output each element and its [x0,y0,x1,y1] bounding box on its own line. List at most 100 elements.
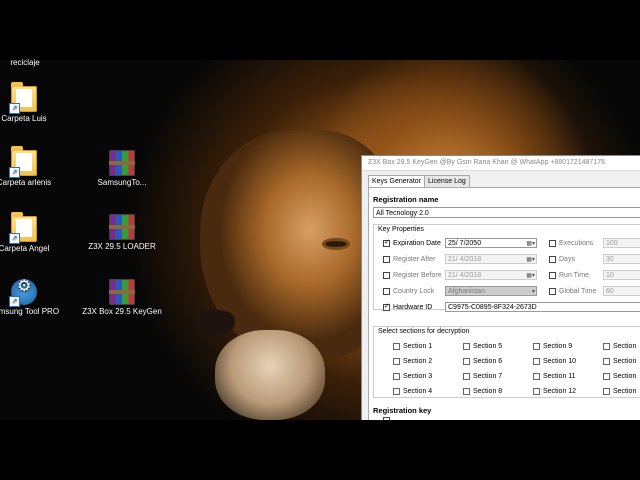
key-properties-label: Key Properties [378,226,424,233]
section-7-checkbox[interactable] [463,373,470,380]
chevron-down-icon: ▾ [531,289,535,295]
section-15-checkbox[interactable] [603,373,610,380]
section-label: Section 4 [403,388,433,395]
run-time-input[interactable]: 10 [603,270,640,280]
desktop-icon-label: Carpeta Luis [1,114,47,123]
section-2-checkbox[interactable] [393,358,400,365]
wallpaper-lion-eye [322,238,350,250]
winrar-archive-icon [109,279,135,305]
country-lock-label: Country Lock [393,288,435,295]
register-before-value: 21/ 4/2018 [448,272,482,279]
run-time-checkbox[interactable] [549,272,556,279]
section-12-checkbox[interactable] [533,388,540,395]
section-4-checkbox[interactable] [393,388,400,395]
desktop-icon-z3x-keygen[interactable]: Z3X Box 29.5 KeyGen [82,279,162,317]
section-label: Section 11 [543,373,576,380]
hardware-id-checkbox[interactable] [383,302,390,311]
calendar-dropdown-icon: ▦▾ [526,241,535,247]
desktop-icon-label: Samsung Tool PRO [0,307,60,316]
registration-key-label: Registration key [373,406,432,415]
expiration-date-picker[interactable]: 25/ 7/2050 ▦▾ [445,238,537,248]
section-label: Section [613,388,637,395]
section-label: Section 12 [543,388,577,395]
calendar-dropdown-icon: ▦▾ [526,273,535,279]
run-time-label: Run Time [559,272,589,279]
folder-icon: ↗ [9,212,37,244]
section-13-checkbox[interactable] [603,343,610,350]
section-label: Section [613,343,637,350]
executions-input[interactable]: 100 [603,238,640,248]
desktop-icon-samsungto[interactable]: SamsungTo... [82,150,162,188]
country-lock-checkbox[interactable] [383,288,390,295]
top-letterbox [0,0,640,60]
folder-icon: ↗ [9,146,37,178]
folder-icon: ↗ [9,82,37,114]
section-5-checkbox[interactable] [463,343,470,350]
register-after-label: Register After [393,256,436,263]
days-checkbox[interactable] [549,256,556,263]
desktop-icon-carpeta-luis[interactable]: ↗ Carpeta Luis [0,82,64,124]
section-label: Section 9 [543,343,573,350]
country-value: Afghanistan [448,288,485,295]
desktop-icon-label: Carpeta Angel [0,244,50,253]
register-after-picker[interactable]: 21/ 4/2018 ▦▾ [445,254,537,264]
section-10-checkbox[interactable] [533,358,540,365]
bottom-letterbox [0,420,640,480]
desktop-icon-reciclaje[interactable]: reciclaje [0,58,65,68]
executions-label: Executions [559,240,594,247]
desktop-icon-samsung-tool-pro[interactable]: ↗ Samsung Tool PRO [0,279,64,317]
winrar-archive-icon [109,150,135,176]
days-input[interactable]: 30 [603,254,640,264]
hardware-id-input[interactable]: C9975-C0895-8F324-2673D [445,302,640,312]
desktop-icon-carpeta-arlenis[interactable]: ↗ Carpeta arlenis [0,146,64,188]
days-label: Days [559,256,575,263]
registration-name-input[interactable]: All Tecnology 2.0 [373,207,640,218]
section-16-checkbox[interactable] [603,388,610,395]
section-14-checkbox[interactable] [603,358,610,365]
keys-generator-panel: Registration name All Tecnology 2.0 Key … [368,187,640,421]
expiration-date-value: 25/ 7/2050 [448,240,482,247]
desktop-icon-z3x-loader[interactable]: Z3X 29.5 LOADER [82,214,162,252]
section-8-checkbox[interactable] [463,388,470,395]
section-label: Section [613,358,637,365]
register-after-checkbox[interactable] [383,256,390,263]
winrar-archive-icon [109,214,135,240]
executions-checkbox[interactable] [549,240,556,247]
desktop-icon-label: reciclaje [10,58,40,67]
section-11-checkbox[interactable] [533,373,540,380]
section-label: Section 6 [473,358,503,365]
section-label: Section 10 [543,358,577,365]
expiration-date-checkbox[interactable] [383,238,390,247]
hardware-id-label: Hardware ID [393,304,433,311]
samsung-tool-icon: ↗ [9,279,37,307]
section-label: Section 7 [473,373,503,380]
expiration-date-label: Expiration Date [393,240,441,247]
global-time-input[interactable]: 60 [603,286,640,296]
key-properties-group [373,224,640,310]
desktop-icon-label: Z3X 29.5 LOADER [88,242,156,251]
desktop-icon-label: Z3X Box 29.5 KeyGen [82,307,162,316]
global-time-checkbox[interactable] [549,288,556,295]
section-6-checkbox[interactable] [463,358,470,365]
section-label: Section 8 [473,388,503,395]
tab-bar: Keys Generator License Log [368,175,470,188]
register-after-value: 21/ 4/2018 [448,256,482,263]
register-before-label: Register Before [393,272,442,279]
desktop-icon-carpeta-angel[interactable]: ↗ Carpeta Angel [0,212,64,254]
section-label: Section 1 [403,343,433,350]
section-3-checkbox[interactable] [393,373,400,380]
register-before-checkbox[interactable] [383,272,390,279]
section-label: Section 3 [403,373,433,380]
window-title: Z3X Box 29.5 KeyGen @By Gsm Rana Khan @ … [362,156,640,171]
desktop-icon-label: Carpeta arlenis [0,178,52,187]
sections-label: Select sections for decryption [378,328,470,335]
wallpaper-lion-nose [195,310,235,336]
calendar-dropdown-icon: ▦▾ [526,257,535,263]
section-label: Section 2 [403,358,433,365]
section-1-checkbox[interactable] [393,343,400,350]
desktop-icon-label: SamsungTo... [97,178,147,187]
country-select[interactable]: Afghanistan ▾ [445,286,537,296]
register-before-picker[interactable]: 21/ 4/2018 ▦▾ [445,270,537,280]
section-label: Section [613,373,637,380]
section-9-checkbox[interactable] [533,343,540,350]
